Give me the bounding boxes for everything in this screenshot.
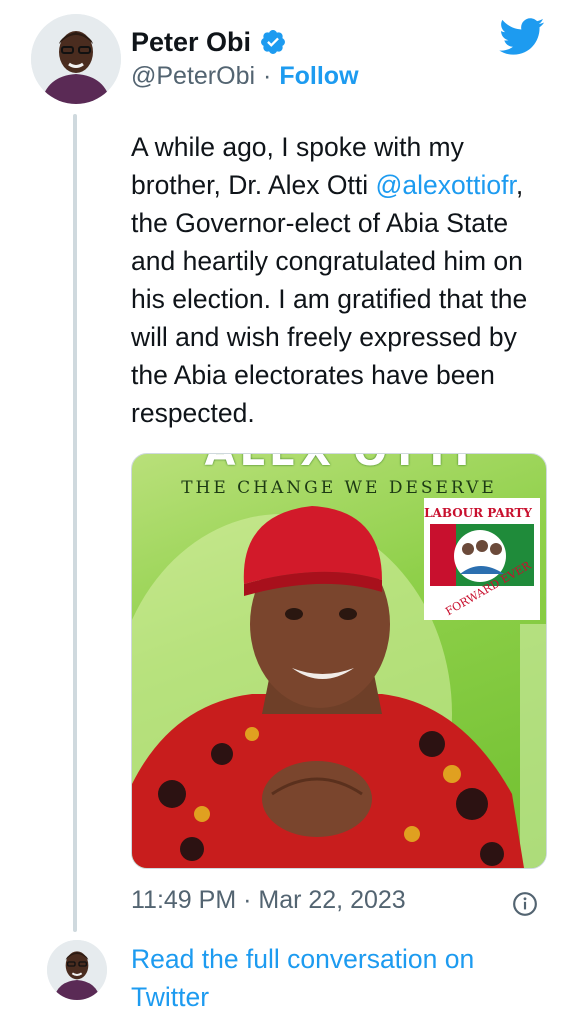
tweet-media-image[interactable]: ALEX OTTI THE CHANGE WE DESERVE LABOUR P… bbox=[131, 453, 547, 869]
verified-badge-icon bbox=[261, 30, 286, 54]
poster-slogan: THE CHANGE WE DESERVE bbox=[181, 478, 497, 498]
thread-connector-line bbox=[73, 114, 77, 932]
twitter-bird-icon[interactable] bbox=[499, 18, 545, 56]
info-icon[interactable] bbox=[512, 891, 538, 917]
follow-button[interactable]: Follow bbox=[279, 62, 358, 91]
author-avatar[interactable] bbox=[31, 14, 121, 104]
handle-separator: · bbox=[263, 62, 272, 90]
tweet-timestamp[interactable]: 11:49 PM · Mar 22, 2023 bbox=[131, 886, 406, 915]
author-display-name[interactable]: Peter Obi bbox=[131, 27, 251, 58]
read-full-conversation-link[interactable]: Read the full conversation on Twitter bbox=[131, 940, 531, 1016]
poster-header: ALEX OTTI THE CHANGE WE DESERVE bbox=[132, 454, 546, 500]
tweet-text: A while ago, I spoke with my brother, Dr… bbox=[131, 128, 551, 432]
mention-link[interactable]: @alexottiofr bbox=[376, 170, 516, 200]
poster-name: ALEX OTTI bbox=[205, 454, 474, 472]
author-handle-row: @PeterObi · Follow bbox=[131, 62, 359, 91]
author-name-row[interactable]: Peter Obi bbox=[131, 24, 287, 60]
author-handle[interactable]: @PeterObi bbox=[131, 62, 255, 91]
reply-avatar bbox=[47, 940, 107, 1000]
tweet-text-part2: , the Governor-elect of Abia State and h… bbox=[131, 170, 528, 428]
party-label: LABOUR PARTY bbox=[424, 506, 532, 520]
